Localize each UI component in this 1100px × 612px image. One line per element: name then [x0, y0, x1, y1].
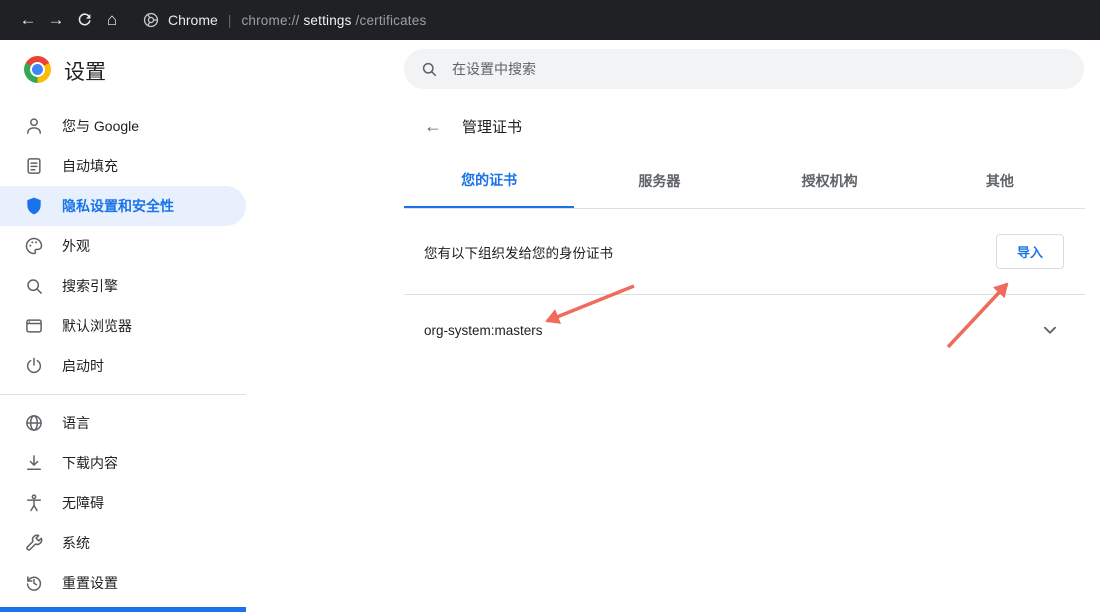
autofill-icon [27, 158, 41, 174]
browser-icon [26, 319, 42, 333]
import-button[interactable]: 导入 [995, 234, 1064, 269]
sidebar-divider [0, 394, 246, 395]
sidebar-item-label: 自动填充 [62, 158, 118, 174]
sidebar-item-label: 默认浏览器 [62, 318, 132, 334]
sidebar-item-privacy-and-security[interactable]: 隐私设置和安全性 [0, 186, 246, 226]
url-emphasis: settings [303, 12, 352, 28]
wrench-icon [26, 534, 43, 551]
url-suffix: /certificates [355, 12, 427, 28]
tab-others[interactable]: 其他 [915, 154, 1085, 208]
sidebar-item-search-engine[interactable]: 搜索引擎 [0, 266, 246, 306]
sidebar-item-label: 重置设置 [62, 575, 118, 591]
sidebar-item-default-browser[interactable]: 默认浏览器 [0, 306, 246, 346]
sidebar-item-label: 启动时 [62, 358, 104, 374]
address-url[interactable]: chrome:// settings /certificates [241, 13, 426, 28]
search-input[interactable] [450, 60, 1076, 78]
sidebar-item-label: 隐私设置和安全性 [62, 198, 174, 214]
download-icon [27, 455, 41, 470]
manage-certificates-title: 管理证书 [462, 118, 523, 136]
palette-icon [25, 237, 43, 255]
search-bar[interactable] [404, 49, 1084, 89]
chrome-logo-icon [24, 56, 51, 83]
manage-certificates-header: ← 管理证书 [404, 98, 1085, 154]
certificate-list-item[interactable]: org-system:masters [404, 295, 1085, 365]
sidebar-item-accessibility[interactable]: 无障碍 [0, 483, 246, 523]
sidebar-item-label: 您与 Google [62, 118, 140, 134]
tab-your-certificates[interactable]: 您的证书 [404, 154, 575, 208]
sidebar-item-on-startup[interactable]: 启动时 [0, 346, 246, 386]
home-icon[interactable]: ⌂ [98, 10, 126, 30]
sidebar-item-label: 语言 [62, 415, 90, 431]
sidebar-partial-highlight [0, 607, 246, 612]
back-button[interactable]: ← [424, 116, 448, 137]
search-icon [27, 279, 42, 294]
browser-topbar: ← → ⌂ Chrome | chrome:// settings /certi… [0, 0, 1100, 40]
certificates-description: 您有以下组织发给您的身份证书 [424, 245, 613, 261]
browser-brand-label: Chrome [168, 12, 218, 28]
sidebar-item-label: 外观 [62, 238, 90, 254]
globe-icon [26, 415, 42, 431]
sidebar-item-you-and-google[interactable]: 您与 Google [0, 106, 246, 146]
topbar-separator: | [227, 12, 232, 28]
refresh-icon[interactable] [70, 12, 98, 29]
sidebar-item-label: 下载内容 [62, 455, 118, 471]
sidebar-item-downloads[interactable]: 下载内容 [0, 443, 246, 483]
tab-servers[interactable]: 服务器 [574, 154, 744, 208]
chrome-mono-icon [142, 11, 160, 29]
certificates-panel: ← 管理证书 您的证书 服务器 授权机构 其他 您有以下组织发给您的身份证书 导… [404, 98, 1085, 612]
sidebar-item-label: 系统 [62, 535, 90, 551]
certificate-name: org-system:masters [424, 322, 543, 338]
certificates-description-row: 您有以下组织发给您的身份证书 导入 [404, 209, 1085, 295]
chevron-down-icon[interactable] [1039, 319, 1061, 341]
chrome-settings-window: ← → ⌂ Chrome | chrome:// settings /certi… [0, 0, 1100, 612]
back-icon[interactable]: ← [14, 10, 42, 30]
sidebar-item-languages[interactable]: 语言 [0, 403, 246, 443]
settings-header: 设置 [0, 40, 1100, 98]
sidebar-item-reset-settings[interactable]: 重置设置 [0, 563, 246, 603]
accessibility-icon [27, 494, 41, 512]
tab-authorities[interactable]: 授权机构 [745, 154, 915, 208]
sidebar-item-autofill[interactable]: 自动填充 [0, 146, 246, 186]
search-icon [422, 62, 437, 77]
sidebar-item-label: 搜索引擎 [62, 278, 118, 294]
sidebar: 您与 Google 自动填充 隐私设置和安全性 外观 搜索引擎 默认浏览器 启动… [0, 98, 246, 612]
sidebar-item-appearance[interactable]: 外观 [0, 226, 246, 266]
power-icon [26, 357, 42, 374]
sidebar-item-system[interactable]: 系统 [0, 523, 246, 563]
settings-title: 设置 [64, 61, 106, 84]
tab-strip: 您的证书 服务器 授权机构 其他 [404, 154, 1085, 209]
history-icon [26, 576, 42, 591]
sidebar-item-label: 无障碍 [62, 495, 104, 511]
shield-icon [27, 197, 41, 215]
forward-icon[interactable]: → [42, 10, 70, 30]
url-prefix: chrome:// [241, 12, 300, 28]
person-icon [27, 118, 41, 134]
